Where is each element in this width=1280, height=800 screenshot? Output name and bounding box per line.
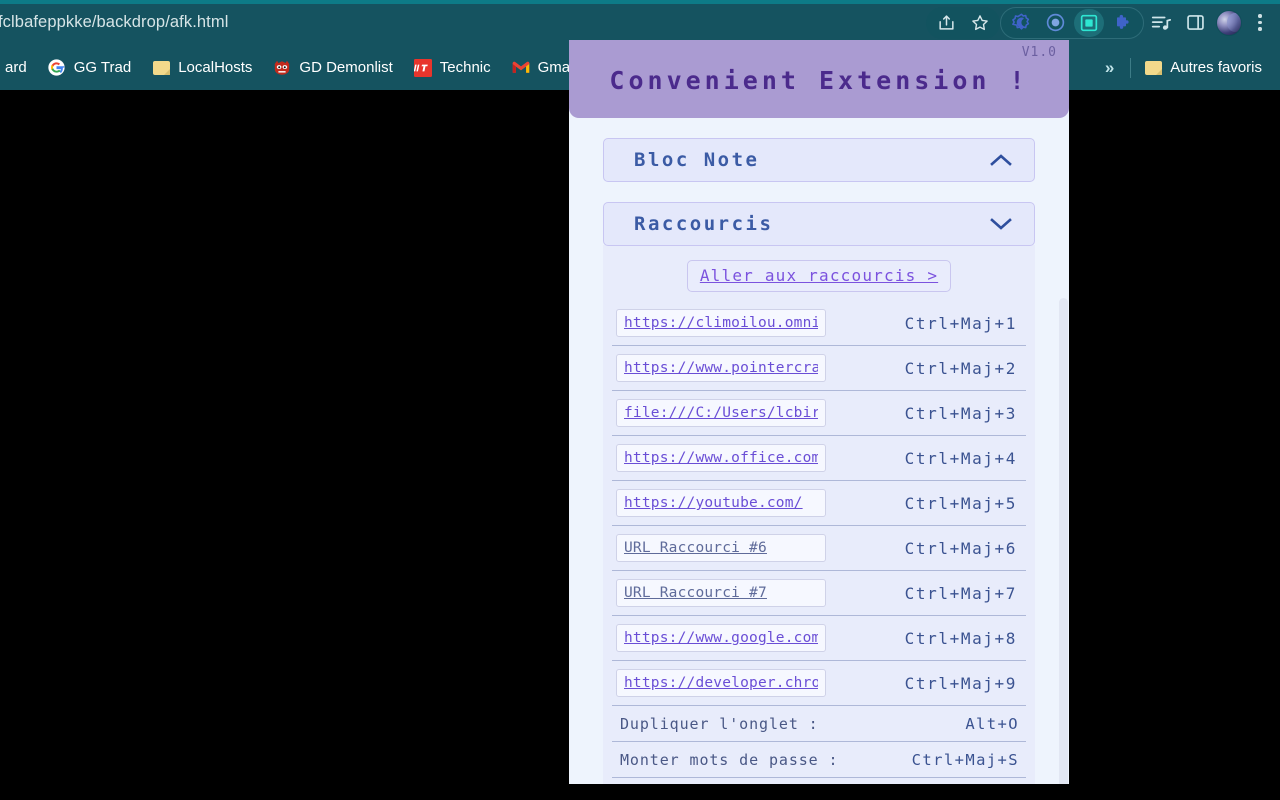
bookmark-label: GG Trad	[73, 59, 132, 76]
puzzle-extensions-icon[interactable]	[1106, 7, 1140, 39]
action-key-label: Ctrl+Maj+S	[911, 750, 1019, 769]
section-bloc-note[interactable]: Bloc Note	[603, 138, 1035, 182]
shortcut-key-label: Ctrl+Maj+8	[904, 628, 1017, 648]
action-label: Dupliquer l'onglet :	[620, 714, 819, 733]
section-label: Raccourcis	[634, 213, 774, 235]
technic-icon	[413, 58, 432, 77]
browser-window: fclbafeppkke/backdrop/afk.html ard GG Tr…	[0, 0, 1280, 800]
popup-header: V1.0 Convenient Extension !	[569, 40, 1069, 118]
shortcut-row: Ctrl+Maj+5	[612, 481, 1026, 526]
bookmark-item[interactable]: GG Trad	[39, 53, 141, 83]
bookmarks-bar-right: » Autres favoris	[1093, 45, 1274, 90]
shortcut-url-input[interactable]	[616, 444, 826, 472]
other-bookmarks-label: Autres favoris	[1170, 59, 1262, 76]
shortcut-url-input[interactable]	[616, 579, 826, 607]
omnibox-action-pill	[926, 6, 1000, 39]
extension-active-icon[interactable]	[1072, 7, 1106, 39]
bookmark-label: Technic	[439, 59, 491, 76]
version-label: V1.0	[1021, 45, 1057, 60]
shortcut-row: Ctrl+Maj+7	[612, 571, 1026, 616]
extensions-pill	[1000, 6, 1144, 39]
folder-icon	[152, 59, 170, 77]
shortcut-key-label: Ctrl+Maj+5	[904, 493, 1017, 513]
side-panel-icon[interactable]	[1178, 7, 1212, 39]
shortcut-rows: Ctrl+Maj+1 Ctrl+Maj+2 Ctrl+Maj+3 Ct	[603, 301, 1035, 792]
action-key-label: Alt+O	[965, 714, 1019, 733]
shortcut-url-input[interactable]	[616, 399, 826, 427]
shortcut-row: Ctrl+Maj+3	[612, 391, 1026, 436]
chevron-up-icon[interactable]	[988, 152, 1014, 168]
bookmark-label: GD Demonlist	[299, 59, 393, 76]
shortcut-key-label: Ctrl+Maj+6	[904, 538, 1017, 558]
demon-icon	[273, 59, 291, 77]
extension-popup: V1.0 Convenient Extension ! Bloc Note Ra…	[569, 40, 1069, 792]
shortcut-url-input[interactable]	[616, 624, 826, 652]
action-label: Monter mots de passe :	[620, 750, 839, 769]
google-icon	[48, 59, 66, 77]
bookmark-label: LocalHosts	[178, 59, 253, 76]
chevron-down-icon[interactable]	[988, 216, 1014, 232]
bookmark-star-icon[interactable]	[963, 7, 997, 39]
shortcut-url-input[interactable]	[616, 354, 826, 382]
bookmark-label: ard	[5, 59, 27, 76]
omnibox-url-text[interactable]: fclbafeppkke/backdrop/afk.html	[0, 13, 228, 32]
chrome-menu-icon[interactable]	[1248, 7, 1272, 39]
shortcut-url-input[interactable]	[616, 534, 826, 562]
gmail-icon	[512, 59, 530, 77]
goto-shortcuts-button[interactable]: Aller aux raccourcis >	[686, 260, 952, 292]
extension-popup-content: V1.0 Convenient Extension ! Bloc Note Ra…	[569, 40, 1069, 792]
shortcut-row: Ctrl+Maj+6	[612, 526, 1026, 571]
other-bookmarks-button[interactable]: Autres favoris	[1135, 53, 1271, 83]
bookmark-item[interactable]: ard	[0, 53, 36, 83]
bookmarks-list: ard GG Trad LocalHosts GD Demonlist Tech…	[0, 45, 589, 90]
viewport-bottom-clip	[569, 784, 1069, 792]
dark-mode-icon[interactable]	[1004, 7, 1038, 39]
shortcuts-panel: Aller aux raccourcis > Ctrl+Maj+1 Ctrl+M…	[603, 245, 1035, 792]
reading-list-icon[interactable]	[1144, 7, 1178, 39]
bookmark-item[interactable]: GD Demonlist	[264, 53, 401, 83]
share-icon[interactable]	[929, 7, 963, 39]
shortcut-key-label: Ctrl+Maj+7	[904, 583, 1017, 603]
section-raccourcis[interactable]: Raccourcis	[603, 202, 1035, 246]
shortcut-url-input[interactable]	[616, 489, 826, 517]
popup-scrollbar-track[interactable]	[1058, 158, 1069, 792]
shortcut-row: Ctrl+Maj+8	[612, 616, 1026, 661]
popup-title: Convenient Extension !	[609, 66, 1029, 95]
shortcut-row: Ctrl+Maj+9	[612, 661, 1026, 706]
section-label: Bloc Note	[634, 149, 760, 171]
popup-scrollbar-thumb[interactable]	[1059, 298, 1068, 788]
popup-body: Bloc Note Raccourcis Aller aux raccourci…	[569, 138, 1069, 792]
bookmarks-overflow-icon[interactable]: »	[1093, 59, 1126, 76]
shortcut-url-input[interactable]	[616, 669, 826, 697]
shortcut-key-label: Ctrl+Maj+3	[904, 403, 1017, 423]
folder-icon	[1144, 59, 1162, 77]
shortcut-key-label: Ctrl+Maj+9	[904, 673, 1017, 693]
shortcut-row: Ctrl+Maj+4	[612, 436, 1026, 481]
browser-toolbar: fclbafeppkke/backdrop/afk.html	[0, 0, 1280, 45]
shortcut-key-label: Ctrl+Maj+2	[904, 358, 1017, 378]
bookmark-item[interactable]: LocalHosts	[143, 53, 261, 83]
goto-shortcuts-wrap: Aller aux raccourcis >	[603, 257, 1035, 301]
action-row-duplicate-tab[interactable]: Dupliquer l'onglet : Alt+O	[612, 706, 1026, 742]
shortcut-key-label: Ctrl+Maj+1	[904, 313, 1017, 333]
toolbar-icon-group	[926, 0, 1274, 45]
shortcut-row: Ctrl+Maj+1	[612, 301, 1026, 346]
bookmarks-divider	[1130, 57, 1132, 78]
profile-avatar[interactable]	[1216, 9, 1242, 36]
shortcut-url-input[interactable]	[616, 309, 826, 337]
record-circle-icon[interactable]	[1038, 7, 1072, 39]
shortcut-row: Ctrl+Maj+2	[612, 346, 1026, 391]
action-row-show-passwords[interactable]: Monter mots de passe : Ctrl+Maj+S	[612, 742, 1026, 778]
bookmark-item[interactable]: Technic	[405, 53, 500, 83]
shortcut-key-label: Ctrl+Maj+4	[904, 448, 1017, 468]
